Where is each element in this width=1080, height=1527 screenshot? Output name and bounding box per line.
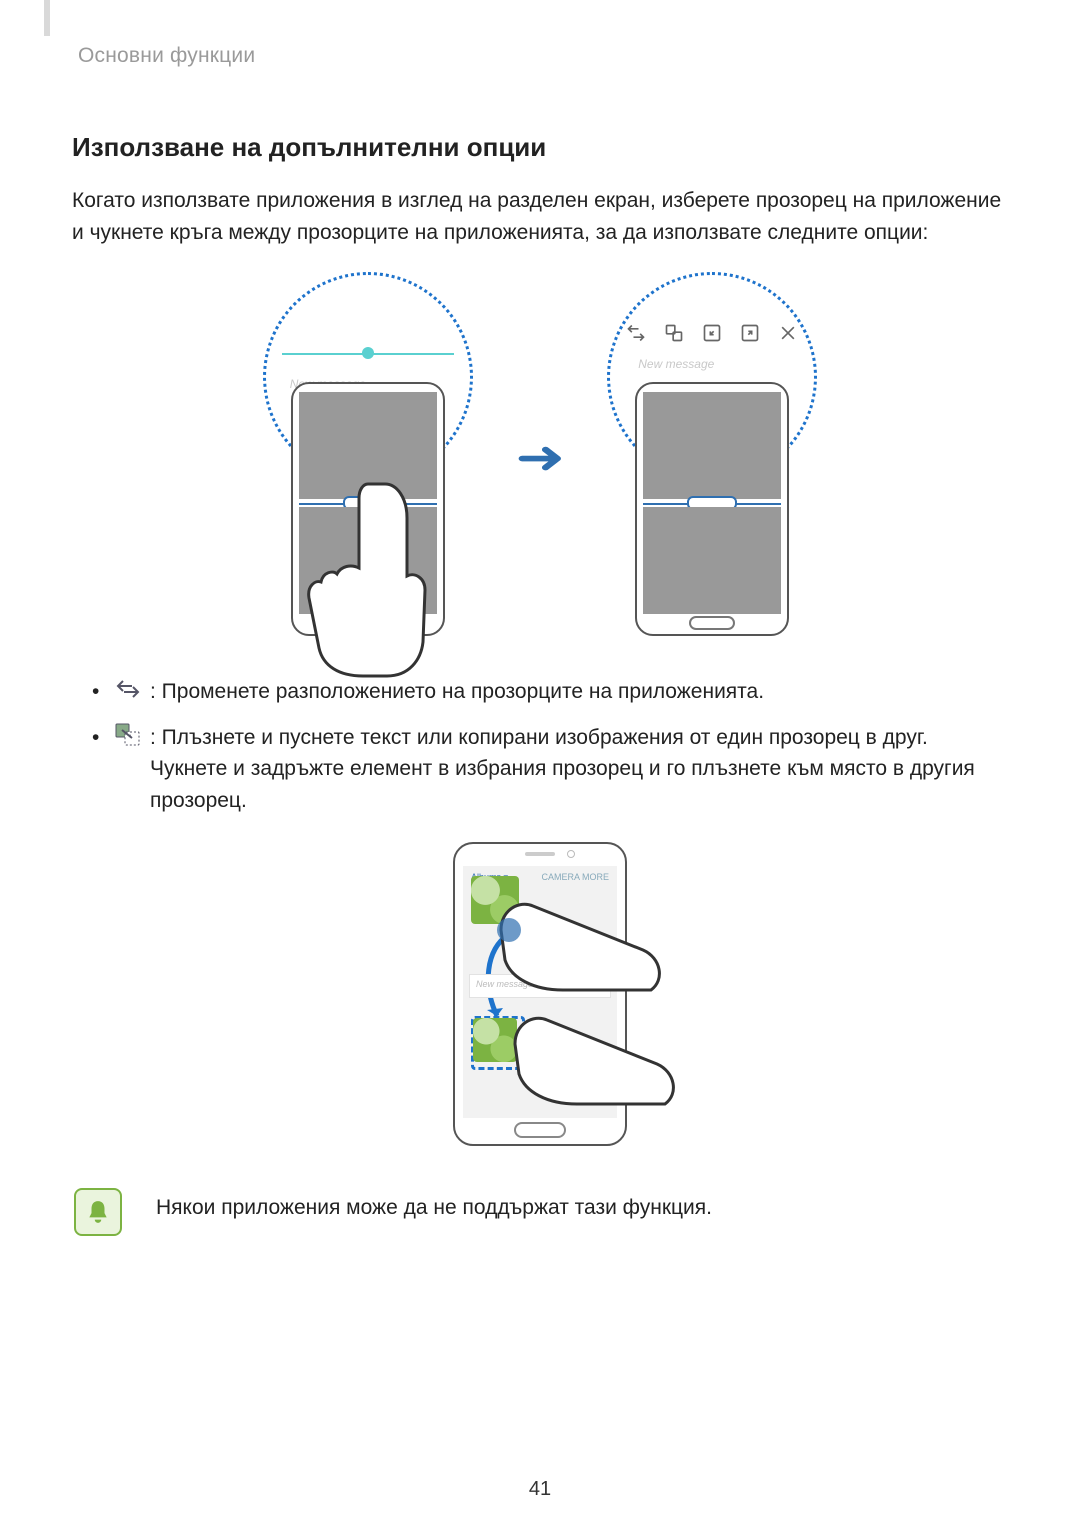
maximize-icon [740,323,760,343]
list-item: : Променете разположението на прозорците… [72,676,1008,708]
phone-outline [291,382,445,636]
breadcrumb: Основни функции [78,44,1008,68]
list-item-text: : Плъзнете и пуснете текст или копирани … [150,726,975,812]
phone-outline [635,382,789,636]
home-button [689,616,735,630]
note-bell-icon [74,1188,122,1236]
drag-content-icon [114,723,142,747]
message-row: New message [469,974,611,998]
home-button [345,616,391,630]
phone-outline: Albums ▾ CAMERA MORE New message [453,842,627,1146]
note-text: Някои приложения може да не поддържат та… [156,1188,712,1220]
list-item: : Плъзнете и пуснете текст или копирани … [72,722,1008,817]
swap-icon [626,323,646,343]
intro-paragraph: Когато използвате приложения в изглед на… [72,185,1008,248]
gallery-thumbnail [471,876,519,924]
note: Някои приложения може да не поддържат та… [74,1188,1008,1236]
arrow-right-icon: ➜ [515,430,565,484]
options-list: : Променете разположението на прозорците… [72,676,1008,816]
page-tab-notch [44,0,50,36]
close-icon [778,323,798,343]
section-heading: Използване на допълнителни опции [72,132,1008,163]
placeholder-text: New message [638,357,714,371]
page-number: 41 [0,1478,1080,1501]
home-button [514,1122,566,1138]
figure-right: New message [587,272,837,642]
drag-content-icon [664,323,684,343]
figure-drag-drop: Albums ▾ CAMERA MORE New message [72,842,1008,1146]
minimize-icon [702,323,722,343]
swap-windows-icon [114,677,142,701]
figure-splitview-options: New message ➜ [72,272,1008,642]
list-item-text: : Променете разположението на прозорците… [150,680,764,703]
gallery-actions-label: CAMERA MORE [541,872,609,882]
figure-left: New message [243,272,493,642]
gallery-thumbnail [473,1018,517,1062]
